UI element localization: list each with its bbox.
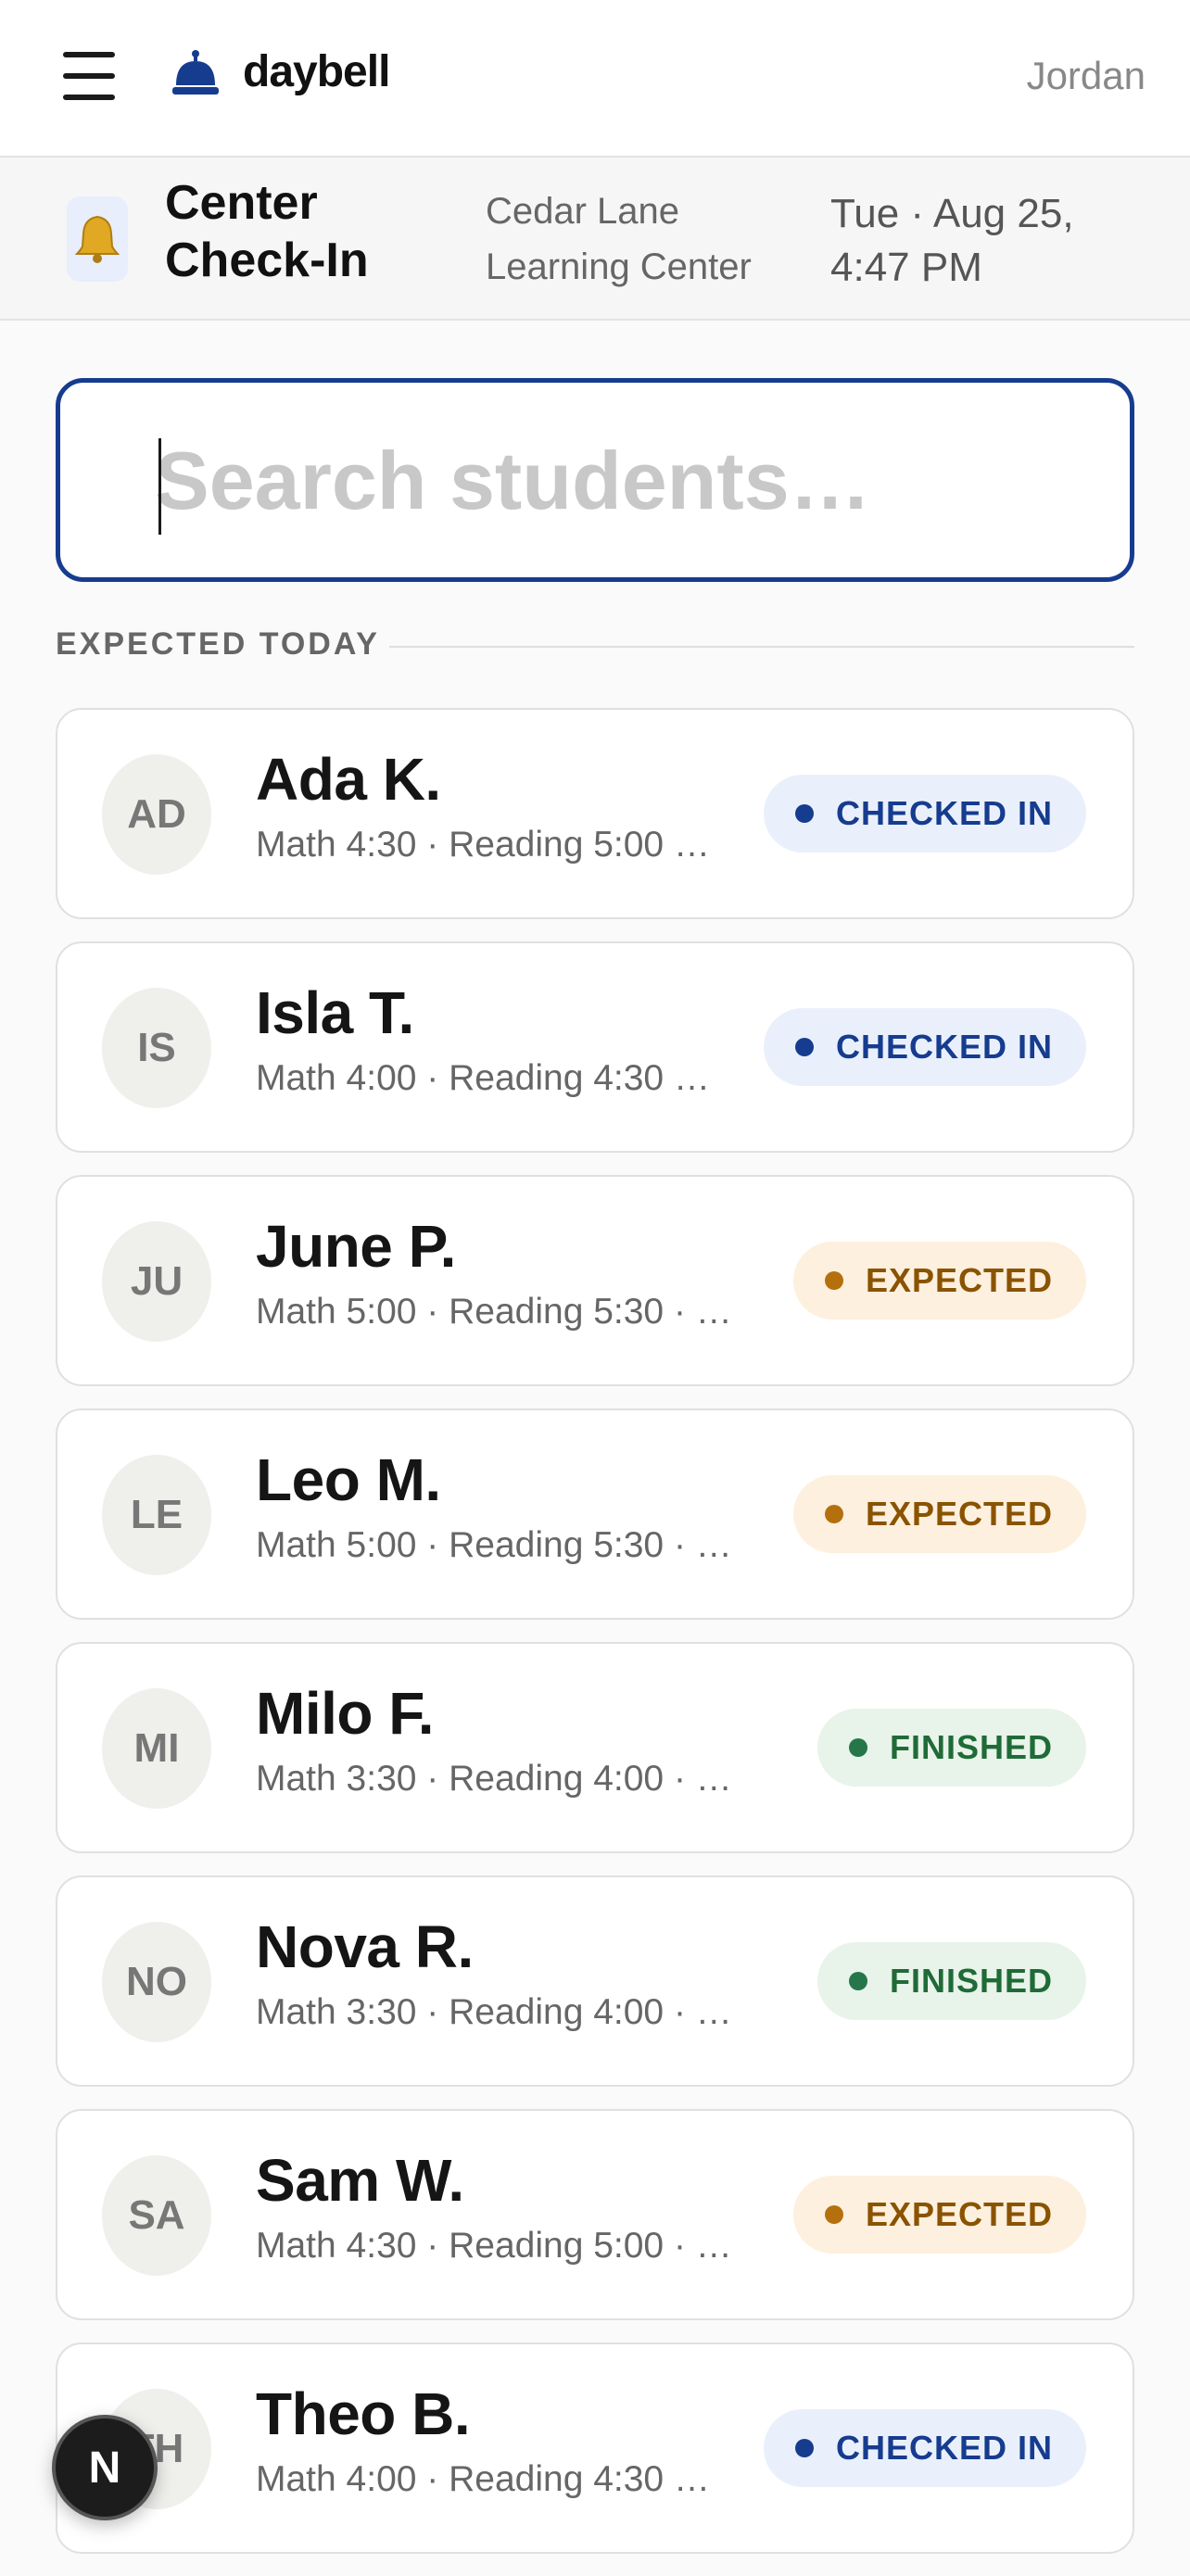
status-label: FINISHED bbox=[889, 1962, 1053, 2000]
avatar: NO bbox=[102, 1922, 211, 2042]
status-label: EXPECTED bbox=[865, 1261, 1053, 1299]
status-badge[interactable]: CHECKED IN bbox=[763, 1008, 1086, 1086]
student-schedule: Math 4:30 · Reading 5:00 · … bbox=[256, 2226, 728, 2266]
student-schedule: Math 4:30 · Reading 5:00 … bbox=[256, 825, 710, 865]
student-card[interactable]: SA Sam W. Math 4:30 · Reading 5:00 · … E… bbox=[56, 2109, 1134, 2320]
student-name: Isla T. bbox=[256, 979, 414, 1046]
student-name: Theo B. bbox=[256, 2380, 471, 2447]
status-dot-icon bbox=[794, 804, 814, 823]
status-dot-icon bbox=[824, 1271, 843, 1290]
text-caret bbox=[158, 438, 161, 535]
status-badge[interactable]: EXPECTED bbox=[792, 2176, 1086, 2254]
avatar: SA bbox=[102, 2155, 211, 2276]
current-datetime: Tue · Aug 25, 4:47 PM bbox=[830, 191, 1074, 290]
student-schedule: Math 4:00 · Reading 4:30 … bbox=[256, 2459, 710, 2499]
status-dot-icon bbox=[824, 2205, 843, 2224]
section-divider bbox=[389, 646, 1134, 648]
student-card[interactable]: MI Milo F. Math 3:30 · Reading 4:00 · … … bbox=[56, 1642, 1134, 1853]
status-dot-icon bbox=[794, 1038, 814, 1056]
status-badge[interactable]: EXPECTED bbox=[792, 1242, 1086, 1320]
avatar: IS bbox=[102, 988, 211, 1108]
page-title: Center Check-In bbox=[165, 176, 369, 287]
center-name: Cedar Lane Learning Center bbox=[486, 191, 752, 287]
bell-emoji-icon bbox=[67, 196, 128, 282]
student-schedule: Math 4:00 · Reading 4:30 … bbox=[256, 1058, 710, 1098]
status-dot-icon bbox=[848, 1972, 867, 1990]
avatar: LE bbox=[102, 1455, 211, 1575]
section-heading: EXPECTED TODAY bbox=[56, 626, 380, 662]
student-card[interactable]: IS Isla T. Math 4:00 · Reading 4:30 … CH… bbox=[56, 941, 1134, 1153]
top-nav-bar: daybell Jordan bbox=[0, 0, 1190, 158]
status-badge[interactable]: FINISHED bbox=[817, 1942, 1086, 2020]
student-schedule: Math 5:00 · Reading 5:30 · … bbox=[256, 1292, 728, 1332]
student-schedule: Math 3:30 · Reading 4:00 · … bbox=[256, 1992, 728, 2032]
avatar: AD bbox=[102, 754, 211, 875]
student-card[interactable]: LE Leo M. Math 5:00 · Reading 5:30 · … E… bbox=[56, 1408, 1134, 1620]
student-card[interactable]: AD Ada K. Math 4:30 · Reading 5:00 … CHE… bbox=[56, 708, 1134, 919]
context-bar: Center Check-In Cedar Lane Learning Cent… bbox=[0, 158, 1190, 321]
search-box[interactable] bbox=[56, 378, 1134, 582]
status-badge[interactable]: CHECKED IN bbox=[763, 775, 1086, 852]
student-name: Ada K. bbox=[256, 746, 441, 813]
floating-action-button[interactable]: N bbox=[52, 2415, 158, 2520]
status-label: CHECKED IN bbox=[835, 1028, 1053, 1066]
status-label: CHECKED IN bbox=[835, 2429, 1053, 2467]
status-label: FINISHED bbox=[889, 1728, 1053, 1766]
avatar: JU bbox=[102, 1221, 211, 1342]
student-schedule: Math 3:30 · Reading 4:00 · … bbox=[256, 1759, 728, 1799]
brand-name[interactable]: daybell bbox=[243, 46, 390, 97]
status-dot-icon bbox=[848, 1738, 867, 1757]
status-badge[interactable]: FINISHED bbox=[817, 1709, 1086, 1787]
service-bell-icon bbox=[172, 50, 219, 95]
student-card[interactable]: TH Theo B. Math 4:00 · Reading 4:30 … CH… bbox=[56, 2342, 1134, 2554]
search-input[interactable] bbox=[153, 429, 1065, 533]
student-name: June P. bbox=[256, 1213, 456, 1280]
status-label: EXPECTED bbox=[865, 2195, 1053, 2233]
status-badge[interactable]: CHECKED IN bbox=[763, 2409, 1086, 2487]
hamburger-menu-icon[interactable] bbox=[63, 52, 115, 100]
user-name[interactable]: Jordan bbox=[1027, 54, 1146, 98]
status-dot-icon bbox=[794, 2439, 814, 2457]
avatar: MI bbox=[102, 1688, 211, 1809]
student-card[interactable]: NO Nova R. Math 3:30 · Reading 4:00 · … … bbox=[56, 1875, 1134, 2087]
student-card[interactable]: JU June P. Math 5:00 · Reading 5:30 · … … bbox=[56, 1175, 1134, 1386]
student-name: Sam W. bbox=[256, 2147, 464, 2214]
student-name: Nova R. bbox=[256, 1913, 474, 1980]
student-name: Leo M. bbox=[256, 1446, 441, 1513]
status-dot-icon bbox=[824, 1505, 843, 1523]
status-label: EXPECTED bbox=[865, 1495, 1053, 1533]
student-list: AD Ada K. Math 4:30 · Reading 5:00 … CHE… bbox=[56, 708, 1134, 2576]
student-name: Milo F. bbox=[256, 1680, 435, 1747]
status-badge[interactable]: EXPECTED bbox=[792, 1475, 1086, 1553]
status-label: CHECKED IN bbox=[835, 794, 1053, 832]
student-schedule: Math 5:00 · Reading 5:30 · … bbox=[256, 1525, 728, 1565]
